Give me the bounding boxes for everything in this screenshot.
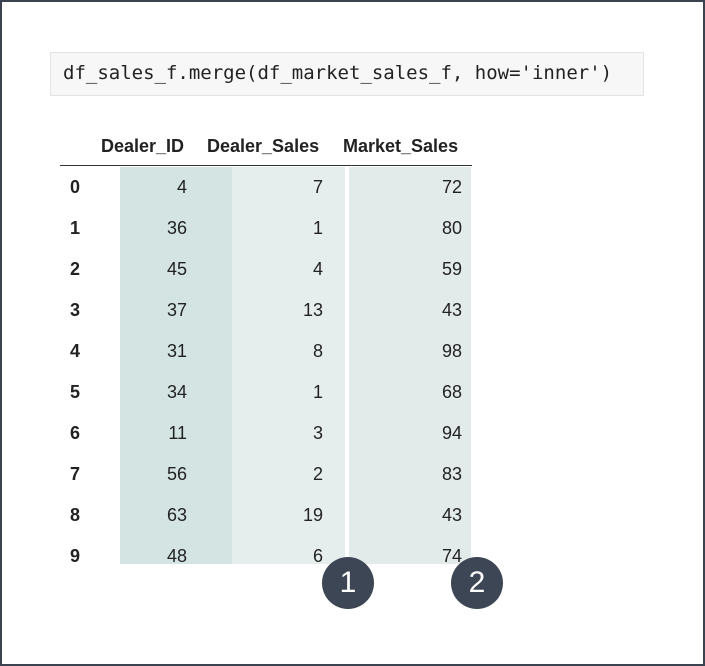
code-cell[interactable]: df_sales_f.merge(df_market_sales_f, how=… [50,52,644,96]
cell-dealer-id: 45 [166,259,187,279]
cell-dealer-id: 37 [166,300,187,320]
table-row: 3 37 13 43 [0,300,705,341]
cell-dealer-sales: 1 [312,382,323,402]
cell-market-sales: 43 [441,300,462,320]
table-row: 0 4 7 72 [0,177,705,218]
table-row: 6 11 3 94 [0,423,705,464]
header-rule [60,165,472,166]
cell-dealer-sales: 7 [312,177,323,197]
cell-dealer-sales: 8 [312,341,323,361]
cell-dealer-id: 34 [166,382,187,402]
table-row: 8 63 19 43 [0,505,705,546]
row-index: 7 [70,464,81,484]
cell-market-sales: 59 [441,259,462,279]
row-index: 8 [70,505,81,525]
cell-dealer-id: 31 [166,341,187,361]
cell-dealer-id: 4 [176,177,187,197]
table-row: 4 31 8 98 [0,341,705,382]
cell-dealer-id: 48 [166,546,187,566]
table-row: 1 36 1 80 [0,218,705,259]
row-index: 1 [70,218,81,238]
row-index: 6 [70,423,81,443]
cell-market-sales: 72 [441,177,462,197]
row-index: 3 [70,300,81,320]
cell-dealer-sales: 1 [312,218,323,238]
cell-market-sales: 43 [441,505,462,525]
cell-dealer-id: 36 [166,218,187,238]
row-index: 4 [70,341,81,361]
cell-dealer-id: 63 [166,505,187,525]
cell-dealer-sales: 2 [312,464,323,484]
table-row: 2 45 4 59 [0,259,705,300]
cell-market-sales: 98 [441,341,462,361]
cell-market-sales: 83 [441,464,462,484]
cell-dealer-id: 56 [166,464,187,484]
callout-badge-1: 1 [322,557,374,609]
cell-market-sales: 94 [441,423,462,443]
cell-dealer-sales: 6 [312,546,323,566]
header-market-sales: Market_Sales [343,136,459,156]
row-index: 9 [70,546,81,566]
row-index: 5 [70,382,81,402]
cell-dealer-sales: 4 [312,259,323,279]
cell-dealer-sales: 13 [302,300,323,320]
cell-market-sales: 80 [441,218,462,238]
table-row: 7 56 2 83 [0,464,705,505]
code-line: df_sales_f.merge(df_market_sales_f, how=… [63,62,613,84]
cell-dealer-sales: 3 [312,423,323,443]
header-dealer-sales: Dealer_Sales [207,136,320,156]
cell-market-sales: 68 [441,382,462,402]
row-index: 2 [70,259,81,279]
cell-dealer-id: 11 [168,423,187,443]
cell-dealer-sales: 19 [302,505,323,525]
row-index: 0 [70,177,81,197]
table-row: 5 34 1 68 [0,382,705,423]
callout-badge-2: 2 [451,557,503,609]
header-dealer-id: Dealer_ID [101,136,185,156]
